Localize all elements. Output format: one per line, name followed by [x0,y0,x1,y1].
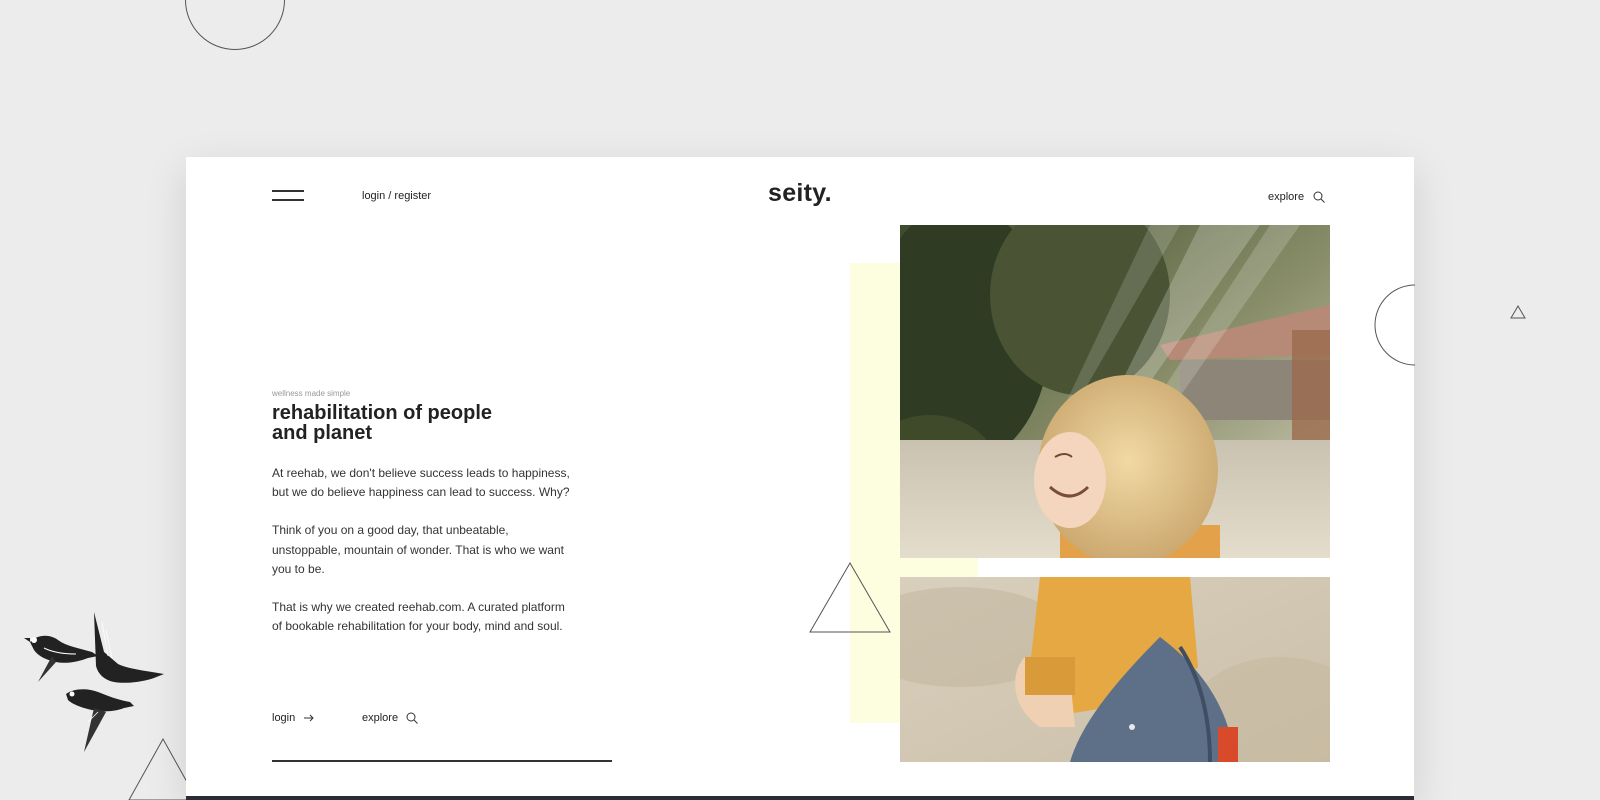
decorative-triangle-small [1510,305,1526,319]
arrow-right-icon [304,714,314,722]
headline-line-2: and planet [272,422,373,444]
decorative-circle [185,0,285,50]
headline-line-1: rehabilitation of people [272,402,493,424]
hero-eyebrow: wellness made simple [272,389,351,398]
body-paragraph-3: That is why we created reehab.com. A cur… [272,600,565,634]
hamburger-menu-icon[interactable] [272,190,304,202]
decorative-triangle-outline [809,562,891,633]
header-explore-label: explore [1268,191,1305,203]
hero-photo-woman-smiling [900,225,1330,558]
site-logo[interactable]: seity. [768,179,832,208]
cta-login-button[interactable]: login [272,712,315,724]
cta-explore-button[interactable]: explore [362,712,418,724]
login-register-link[interactable]: login / register [362,190,431,202]
hero-headline: rehabilitation of people and planet [272,403,492,443]
cta-login-label: login [272,712,296,724]
cta-divider-line [272,760,612,762]
body-paragraph-2: Think of you on a good day, that unbeata… [272,523,564,576]
card-footer-bar [186,796,1414,800]
header-explore-link[interactable]: explore [1268,191,1325,203]
hero-card: login / register seity. explore wellness… [186,157,1416,800]
cta-explore-label: explore [362,712,399,724]
hero-photo-denim-jacket [900,577,1330,762]
flying-geese-illustration [24,612,164,752]
body-paragraph-1: At reehab, we don't believe success lead… [272,466,570,500]
search-icon [406,712,418,724]
decorative-half-circle [1374,284,1416,366]
search-icon [1313,191,1325,203]
hero-body: At reehab, we don't believe success lead… [272,464,572,655]
